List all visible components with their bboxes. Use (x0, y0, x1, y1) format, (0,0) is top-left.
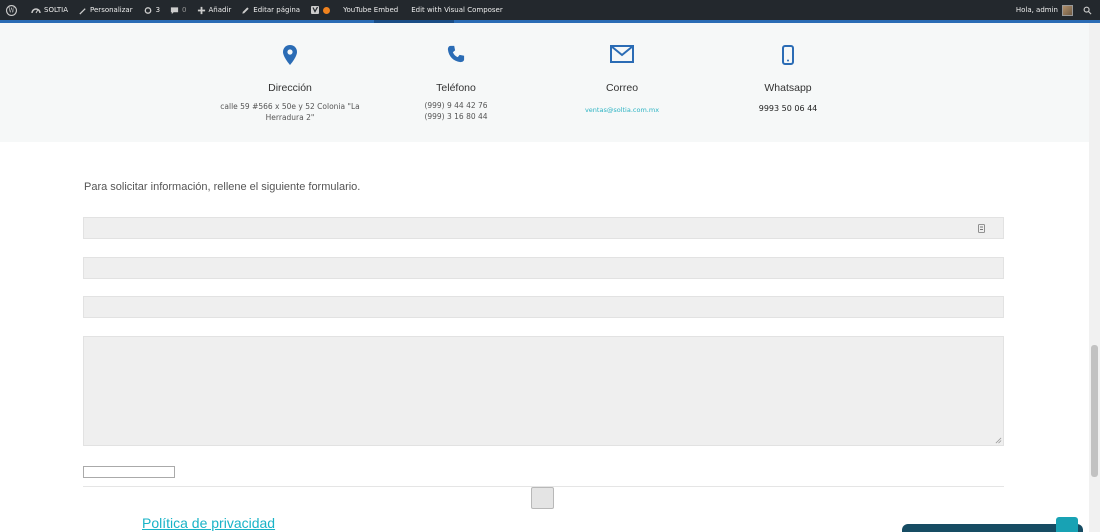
name-input[interactable] (83, 217, 1004, 239)
yoast-icon (311, 6, 320, 14)
site-name-menu[interactable]: SOLTIA (26, 0, 73, 20)
add-new-label: Añadir (208, 6, 232, 14)
visual-composer-label: Edit with Visual Composer (411, 6, 503, 14)
phone-title: Teléfono (436, 82, 476, 94)
plus-icon (197, 6, 205, 14)
svg-text:W: W (8, 7, 15, 14)
message-textarea[interactable] (83, 336, 1004, 446)
my-account-menu[interactable]: Hola, admin (1011, 0, 1078, 20)
contact-card-icon[interactable] (978, 224, 985, 233)
email-title: Correo (605, 82, 639, 94)
comments-count: 0 (182, 6, 187, 14)
submit-button[interactable] (531, 487, 554, 509)
wordpress-logo-icon[interactable]: W (0, 0, 26, 20)
customize-label: Personalizar (90, 6, 133, 14)
updates-count: 3 (155, 6, 161, 14)
youtube-embed-link[interactable]: YouTube Embed (335, 0, 406, 20)
seo-status-dot (323, 6, 331, 14)
email-link[interactable]: ventas@soltia.com.mx (542, 105, 702, 116)
phone-line-1: (999) 9 44 42 76 (424, 101, 488, 110)
whatsapp-title: Whatsapp (764, 82, 812, 94)
edit-page-link[interactable]: Editar página (236, 0, 305, 20)
customize-link[interactable]: Personalizar (73, 0, 138, 20)
comment-icon (170, 6, 179, 14)
refresh-icon (144, 6, 151, 14)
yoast-seo-menu[interactable] (305, 0, 335, 20)
scrollbar-thumb[interactable] (1091, 345, 1098, 477)
pencil-icon (242, 6, 249, 14)
search-button[interactable] (1078, 0, 1100, 20)
dashboard-icon (31, 7, 41, 13)
avatar (1062, 4, 1073, 16)
mobile-phone-icon (782, 45, 794, 65)
map-pin-icon (283, 45, 297, 65)
chat-toggle-button[interactable] (1056, 517, 1078, 532)
add-new-menu[interactable]: Añadir (192, 0, 237, 20)
address-line-2: Herradura 2" (265, 113, 315, 122)
email-input[interactable] (83, 257, 1004, 279)
resize-grip-icon[interactable] (995, 437, 1002, 444)
contact-info-band: Dirección calle 59 #566 x 50e y 52 Colon… (0, 23, 1089, 142)
brush-icon (79, 7, 86, 15)
privacy-policy-link[interactable]: Política de privacidad (142, 515, 275, 531)
phone-icon (447, 45, 465, 63)
address-title: Dirección (268, 82, 312, 94)
site-name: SOLTIA (44, 6, 69, 14)
search-icon (1083, 6, 1092, 14)
whatsapp-number: 9993 50 06 44 (758, 104, 818, 113)
envelope-icon (610, 45, 634, 63)
page-scrollbar[interactable] (1089, 23, 1100, 532)
captcha-input[interactable] (83, 466, 175, 478)
phone-input[interactable] (83, 296, 1004, 318)
admin-bar: W SOLTIA Personalizar 3 0 Añadir Editar … (0, 0, 1100, 20)
edit-page-label: Editar página (253, 6, 301, 14)
comments-link[interactable]: 0 (165, 0, 191, 20)
visual-composer-link[interactable]: Edit with Visual Composer (406, 0, 508, 20)
address-line-1: calle 59 #566 x 50e y 52 Colonia "La (220, 102, 360, 111)
updates-link[interactable]: 3 (138, 0, 165, 20)
greeting-text: Hola, admin (1015, 6, 1058, 14)
phone-line-2: (999) 3 16 80 44 (424, 112, 488, 121)
youtube-embed-label: YouTube Embed (343, 6, 399, 14)
form-intro-text: Para solicitar información, rellene el s… (84, 181, 361, 193)
